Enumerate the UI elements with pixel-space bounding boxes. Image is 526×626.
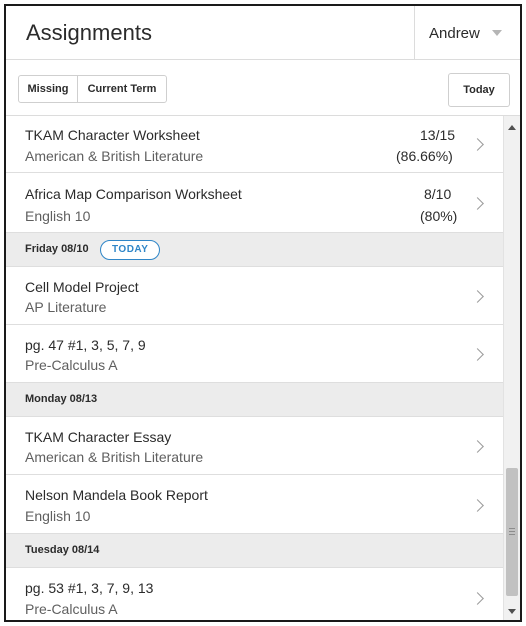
assignment-name: pg. 53 #1, 3, 7, 9, 13 [25, 580, 154, 596]
scrollbar-thumb[interactable] [506, 468, 518, 596]
chevron-right-icon [471, 290, 484, 303]
chevron-right-icon [471, 197, 484, 210]
chevron-right-icon [471, 499, 484, 512]
today-badge: TODAY [100, 240, 161, 260]
filter-toolbar: Missing Current Term Today [6, 60, 520, 116]
grip-icon [509, 528, 515, 535]
assignment-row[interactable]: Cell Model Project AP Literature [6, 267, 503, 325]
page-title: Assignments [26, 20, 152, 45]
assignment-course: English 10 [25, 508, 91, 524]
scroll-up-arrow-icon[interactable] [508, 125, 516, 130]
scroll-down-arrow-icon[interactable] [508, 609, 516, 614]
missing-filter-button[interactable]: Missing [18, 75, 78, 103]
assignment-row[interactable]: Nelson Mandela Book Report English 10 [6, 475, 503, 534]
chevron-right-icon [471, 440, 484, 453]
current-term-filter-button[interactable]: Current Term [77, 75, 167, 103]
chevron-right-icon [471, 592, 484, 605]
student-selector[interactable]: Andrew [414, 6, 520, 60]
assignment-row[interactable]: TKAM Character Essay American & British … [6, 417, 503, 475]
assignments-panel: Assignments Andrew Missing Current Term … [4, 4, 522, 622]
assignment-course: English 10 [25, 208, 91, 224]
student-name: Andrew [429, 24, 480, 42]
assignment-score: 8/10 [424, 186, 452, 202]
assignment-course: Pre-Calculus A [25, 357, 118, 373]
assignment-row[interactable]: TKAM Character Worksheet American & Brit… [6, 116, 503, 173]
caret-down-icon [491, 30, 502, 36]
assignment-name: Africa Map Comparison Worksheet [25, 186, 242, 202]
day-label: Friday 08/10 [25, 243, 89, 255]
assignment-score: 13/15 [420, 127, 456, 143]
assignment-name: Cell Model Project [25, 279, 139, 295]
day-label: Tuesday 08/14 [25, 544, 100, 556]
assignment-name: TKAM Character Worksheet [25, 127, 200, 143]
today-button[interactable]: Today [448, 73, 510, 107]
assignment-name: TKAM Character Essay [25, 429, 172, 445]
header: Assignments Andrew [6, 6, 520, 60]
day-label: Monday 08/13 [25, 393, 98, 405]
day-header: Monday 08/13 [6, 383, 503, 417]
assignment-course: American & British Literature [25, 449, 204, 465]
assignment-row[interactable]: Africa Map Comparison Worksheet English … [6, 173, 503, 233]
assignment-row[interactable]: pg. 53 #1, 3, 7, 9, 13 Pre-Calculus A [6, 568, 503, 620]
chevron-right-icon [471, 138, 484, 151]
assignment-course: American & British Literature [25, 148, 204, 164]
assignment-row[interactable]: pg. 47 #1, 3, 5, 7, 9 Pre-Calculus A [6, 325, 503, 383]
assignment-course: AP Literature [25, 299, 107, 315]
assignment-percent: (86.66%) [396, 148, 453, 164]
assignment-percent: (80%) [420, 208, 458, 224]
assignment-name: Nelson Mandela Book Report [25, 487, 208, 503]
assignment-name: pg. 47 #1, 3, 5, 7, 9 [25, 337, 146, 353]
day-header: Tuesday 08/14 [6, 534, 503, 568]
list-scrollbar[interactable] [503, 116, 520, 620]
assignment-course: Pre-Calculus A [25, 601, 118, 617]
assignment-list: TKAM Character Worksheet American & Brit… [6, 116, 503, 620]
chevron-right-icon [471, 348, 484, 361]
day-header: Friday 08/10 TODAY [6, 233, 503, 267]
